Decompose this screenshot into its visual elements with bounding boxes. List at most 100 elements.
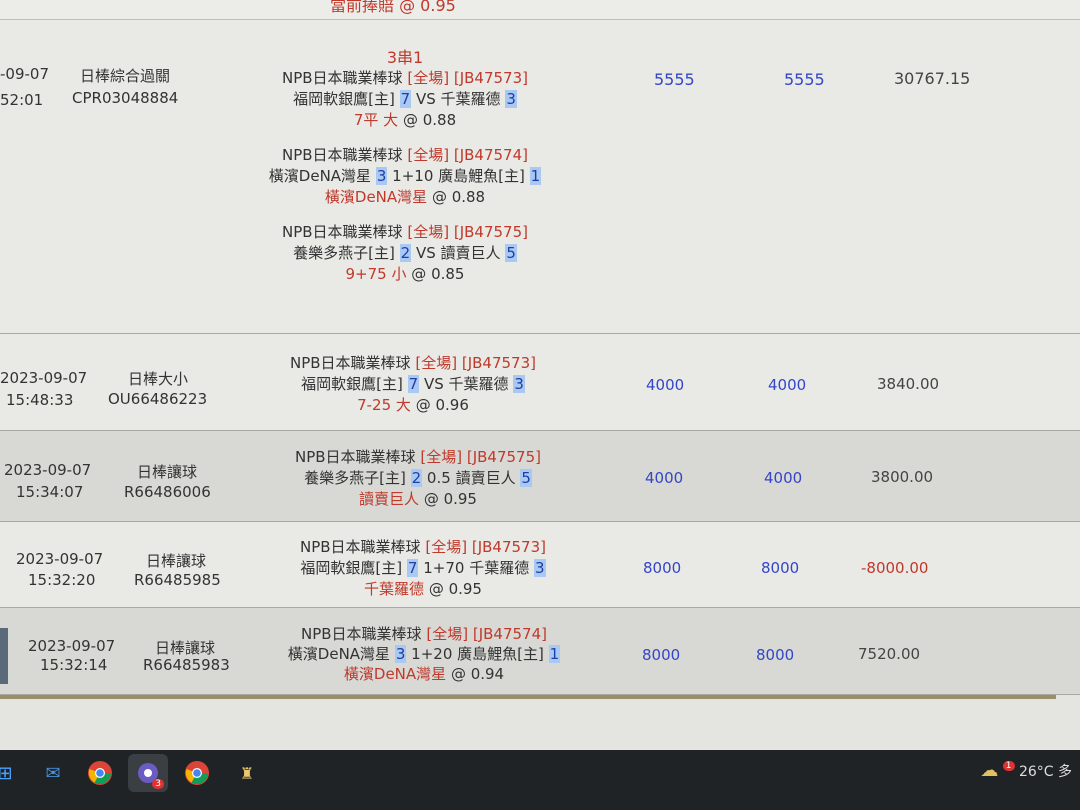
bet-date: 2023-09-07 xyxy=(16,550,104,568)
mail-icon[interactable]: ✉ xyxy=(36,756,70,790)
match-code: [JB47574] xyxy=(472,625,547,643)
valid-amount: 4000 xyxy=(768,376,807,394)
away-team: 讀賣巨人 xyxy=(440,244,501,262)
bet-date: -09-07 xyxy=(0,65,49,83)
valid-amount: 8000 xyxy=(756,646,795,664)
stake-amount: 8000 xyxy=(643,559,682,577)
result-amount: 30767.15 xyxy=(894,69,971,88)
bet-date: 2023-09-07 xyxy=(0,369,88,387)
chrome-icon[interactable] xyxy=(83,756,117,790)
bet-pick: 讀賣巨人 xyxy=(359,490,420,508)
chrome-icon[interactable] xyxy=(180,756,214,790)
match-code: [JB47574] xyxy=(453,146,528,164)
side-tab[interactable] xyxy=(0,628,8,684)
handicap: 1+20 xyxy=(411,645,453,663)
scope: [全場] xyxy=(407,223,450,241)
away-team: 千葉羅德 xyxy=(448,375,509,393)
odds: @ 0.94 xyxy=(450,665,505,683)
home-team: 福岡軟銀鷹[主] xyxy=(301,375,403,393)
league-name: NPB日本職業棒球 xyxy=(282,146,403,164)
bet-detail: NPB日本職業棒球 [全場] [JB47573] 福岡軟銀鷹[主] 7 1+70… xyxy=(280,537,566,600)
table-row: -09-07 52:01 日棒綜合過關 CPR03048884 3串1 NPB日… xyxy=(0,20,1080,334)
table-row: 2023-09-07 15:48:33 日棒大小 OU66486223 NPB日… xyxy=(0,334,1080,431)
away-team: 讀賣巨人 xyxy=(455,469,516,487)
weather-icon[interactable]: ☁ xyxy=(980,760,998,781)
scope: [全場] xyxy=(425,538,468,556)
away-team: 千葉羅德 xyxy=(440,90,501,108)
league-name: NPB日本職業棒球 xyxy=(290,354,411,372)
ticket-id: OU66486223 xyxy=(108,390,208,408)
home-team: 橫濱DeNA灣星 xyxy=(287,645,391,663)
bet-type: 日棒讓球 xyxy=(137,463,198,481)
match-code: [JB47575] xyxy=(466,448,541,466)
taskbar: ⊞ ✉ 3 ♜ ☁ 1 26°C 多 xyxy=(0,750,1080,810)
bet-pick: 橫濱DeNA灣星 xyxy=(343,665,447,683)
ticket-id: CPR03048884 xyxy=(72,89,179,107)
valid-amount: 4000 xyxy=(764,469,803,487)
home-score: 3 xyxy=(394,645,407,663)
away-score: 3 xyxy=(534,559,546,577)
result-amount: 3800.00 xyxy=(871,468,934,486)
league-name: NPB日本職業棒球 xyxy=(300,538,421,556)
bet-date: 2023-09-07 xyxy=(28,637,116,655)
away-team: 千葉羅德 xyxy=(469,559,530,577)
game-icon[interactable]: ♜ xyxy=(230,756,264,790)
scope: [全場] xyxy=(407,146,450,164)
app-icon[interactable]: 3 xyxy=(128,754,168,792)
bet-detail: 3串1 NPB日本職業棒球 [全場] [JB47573] 福岡軟銀鷹[主] 7 … xyxy=(250,47,560,285)
result-amount: 3840.00 xyxy=(877,375,940,393)
bet-date: 2023-09-07 xyxy=(4,461,92,479)
bet-time: 15:32:14 xyxy=(40,656,108,674)
scope: [全場] xyxy=(415,354,458,372)
stake-amount: 8000 xyxy=(642,646,681,664)
bet-pick: 千葉羅德 xyxy=(364,580,425,598)
match-code: [JB47575] xyxy=(453,223,528,241)
handicap: 1+70 xyxy=(423,559,465,577)
match-code: [JB47573] xyxy=(461,354,536,372)
handicap: 0.5 xyxy=(426,469,451,487)
versus: VS xyxy=(415,244,436,262)
table-bottom-border xyxy=(0,695,1056,699)
valid-amount: 8000 xyxy=(761,559,800,577)
bet-time: 15:48:33 xyxy=(6,391,74,409)
bet-type: 日棒綜合過關 xyxy=(80,67,171,85)
ticket-id: R66485985 xyxy=(134,571,221,589)
bet-pick: 橫濱DeNA灣星 xyxy=(324,188,428,206)
away-score: 5 xyxy=(505,244,517,262)
parlay-label: 3串1 xyxy=(386,48,424,67)
odds: @ 0.88 xyxy=(402,111,457,129)
table-row: 2023-09-07 15:34:07 日棒讓球 R66486006 NPB日本… xyxy=(0,431,1080,522)
scope: [全場] xyxy=(407,69,450,87)
notification-badge: 3 xyxy=(152,779,164,789)
away-team: 廣島鯉魚[主] xyxy=(438,167,525,185)
windows-icon[interactable]: ⊞ xyxy=(0,756,22,790)
bet-time: 15:34:07 xyxy=(16,483,84,501)
bet-time: 52:01 xyxy=(0,91,44,109)
table-row: 2023-09-07 15:32:14 日棒讓球 R66485983 NPB日本… xyxy=(0,608,1080,695)
home-team: 福岡軟銀鷹[主] xyxy=(300,559,403,577)
stake-amount: 5555 xyxy=(654,70,695,89)
away-score: 5 xyxy=(520,469,532,487)
bet-detail: NPB日本職業棒球 [全場] [JB47573] 福岡軟銀鷹[主] 7 VS 千… xyxy=(260,353,566,416)
odds: @ 0.85 xyxy=(411,265,465,283)
home-team: 養樂多燕子[主] xyxy=(293,244,395,262)
result-amount: -8000.00 xyxy=(861,559,929,577)
result-amount: 7520.00 xyxy=(858,645,921,663)
league-name: NPB日本職業棒球 xyxy=(301,625,422,643)
bet-type: 日棒大小 xyxy=(128,370,189,388)
handicap: 1+10 xyxy=(392,167,434,185)
system-tray: ☁ 1 26°C 多 xyxy=(980,760,1072,781)
odds: @ 0.95 xyxy=(423,490,477,508)
bet-detail: NPB日本職業棒球 [全場] [JB47575] 養樂多燕子[主] 2 0.5 … xyxy=(270,447,566,510)
odds: @ 0.88 xyxy=(431,188,486,206)
match-code: [JB47573] xyxy=(453,69,528,87)
weather-temp[interactable]: 26°C xyxy=(1019,764,1054,780)
league-name: NPB日本職業棒球 xyxy=(295,448,416,466)
scope: [全場] xyxy=(420,448,463,466)
screen: 當前捧賠 @ 0.95 -09-07 52:01 日棒綜合過關 CPR03048… xyxy=(0,0,1080,750)
bet-pick: 大 xyxy=(383,111,399,129)
home-score: 7 xyxy=(406,559,419,577)
away-score: 1 xyxy=(548,645,561,663)
scope: [全場] xyxy=(426,625,469,643)
table-row: 2023-09-07 15:32:20 日棒讓球 R66485985 NPB日本… xyxy=(0,522,1080,608)
